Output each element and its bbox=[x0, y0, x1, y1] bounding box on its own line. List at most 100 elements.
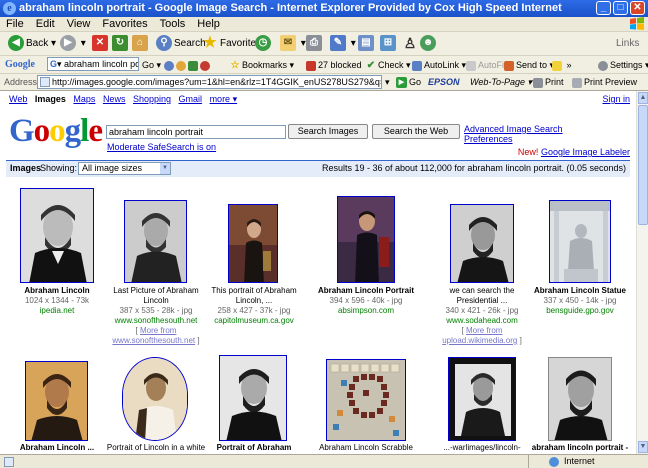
address-dropdown-button[interactable]: ▾ bbox=[385, 76, 390, 89]
result-title[interactable]: Abraham Lincoln Scrabble portrait bbox=[314, 443, 418, 454]
google-settings-button[interactable]: Settings ▾ bbox=[598, 58, 648, 72]
menu-favorites[interactable]: Favorites bbox=[96, 17, 153, 31]
result-title[interactable]: Abraham Lincoln bbox=[5, 286, 109, 296]
result-item: Abraham Lincoln 1024 x 1344 - 73k ipedia… bbox=[5, 188, 109, 328]
result-thumbnail[interactable] bbox=[548, 357, 612, 441]
menu-file[interactable]: File bbox=[0, 17, 30, 31]
result-title[interactable]: Abraham Lincoln Portrait bbox=[314, 286, 418, 296]
menu-help[interactable]: Help bbox=[191, 17, 226, 31]
result-thumbnail[interactable] bbox=[549, 200, 611, 283]
search-web-button[interactable]: Search the Web bbox=[372, 124, 460, 139]
google-toolbar-logo[interactable]: Google bbox=[5, 58, 35, 72]
send-to-button[interactable]: Send to ▾ bbox=[504, 58, 554, 72]
sign-in-link[interactable]: Sign in bbox=[602, 94, 630, 104]
image-labeler-link[interactable]: Google Image Labeler bbox=[541, 147, 630, 157]
result-thumbnail[interactable] bbox=[228, 204, 278, 283]
address-input[interactable]: http://images.google.com/images?um=1&hl=… bbox=[37, 75, 382, 89]
menu-edit[interactable]: Edit bbox=[30, 17, 61, 31]
result-thumbnail[interactable] bbox=[448, 357, 516, 441]
minimize-button[interactable]: _ bbox=[596, 1, 611, 15]
nav-maps[interactable]: Maps bbox=[73, 94, 95, 104]
search-images-button[interactable]: Search Images bbox=[288, 124, 368, 139]
home-button[interactable]: ⌂ bbox=[132, 35, 150, 53]
scrollbar-thumb[interactable] bbox=[638, 105, 648, 225]
back-button[interactable]: ◀ Back ▾ bbox=[8, 35, 56, 53]
result-caption: Abraham Lincoln Portrait 394 x 596 - 40k… bbox=[314, 286, 418, 316]
preferences-link[interactable]: Preferences bbox=[464, 134, 563, 144]
result-thumbnail[interactable] bbox=[20, 188, 94, 283]
result-thumbnail[interactable] bbox=[25, 361, 88, 441]
search-button[interactable]: ⚲ Search bbox=[156, 35, 206, 53]
edit-button[interactable]: ✎ ▾ bbox=[330, 35, 356, 53]
address-go-button[interactable]: ▶ Go bbox=[396, 76, 421, 89]
refresh-button[interactable]: ↻ bbox=[112, 35, 130, 53]
stop-button[interactable]: ✕ bbox=[92, 35, 110, 53]
result-title[interactable]: Last Picture of Abraham Lincoln bbox=[104, 286, 208, 306]
popup-blocker-button[interactable]: 27 blocked bbox=[306, 58, 362, 72]
result-thumbnail[interactable] bbox=[124, 200, 187, 283]
print-button[interactable]: ⎙ bbox=[306, 35, 324, 53]
result-url: www.sodahead.com bbox=[446, 316, 518, 325]
safesearch-link[interactable]: Moderate SafeSearch is on bbox=[107, 142, 216, 152]
epson-print-button[interactable]: Print bbox=[533, 76, 564, 89]
result-thumbnail[interactable] bbox=[450, 204, 514, 283]
scroll-up-arrow-icon[interactable]: ▲ bbox=[638, 92, 648, 104]
lincoln-portrait-image bbox=[123, 358, 187, 440]
bookmarks-button[interactable]: ☆ Bookmarks ▾ bbox=[230, 58, 295, 72]
result-title[interactable]: This portrait of Abraham Lincoln, ... bbox=[202, 286, 306, 306]
result-title[interactable]: ...-warlimages/lincoln- bbox=[430, 443, 534, 453]
close-button[interactable]: ✕ bbox=[630, 1, 645, 15]
result-title[interactable]: Abraham Lincoln Statue bbox=[528, 286, 632, 296]
autolink-button[interactable]: AutoLink ▾ bbox=[412, 58, 466, 72]
page-content: Web Images Maps News Shopping Gmail more… bbox=[0, 91, 636, 454]
menu-view[interactable]: View bbox=[61, 17, 97, 31]
result-title[interactable]: we can search the Presidential ... bbox=[430, 286, 534, 306]
forward-button[interactable]: ▶ ▾ bbox=[60, 35, 86, 53]
search-query-input[interactable]: abraham lincoln portrait bbox=[106, 125, 286, 139]
highlighter-button[interactable]: » bbox=[552, 58, 572, 72]
result-title[interactable]: Portrait of Abraham bbox=[202, 443, 306, 453]
result-url: bensguide.gpo.gov bbox=[546, 306, 614, 315]
result-thumbnail[interactable] bbox=[122, 357, 188, 441]
mail-button[interactable]: ✉ ▾ bbox=[280, 35, 306, 53]
links-label[interactable]: Links bbox=[616, 35, 639, 53]
maximize-button[interactable]: □ bbox=[613, 1, 628, 15]
autofill-button[interactable]: AutoFill bbox=[466, 58, 508, 72]
result-more-link[interactable]: [ More from upload.wikimedia.org ] bbox=[430, 326, 534, 346]
google-toolbar-icons[interactable] bbox=[164, 58, 212, 72]
result-title[interactable]: Abraham Lincoln ... bbox=[5, 443, 109, 453]
window-title-bar: e abraham lincoln portrait - Google Imag… bbox=[0, 0, 648, 17]
nav-web[interactable]: Web bbox=[9, 94, 27, 104]
scroll-down-arrow-icon[interactable]: ▼ bbox=[638, 441, 648, 453]
google-toolbar-go-button[interactable]: Go ▾ bbox=[142, 58, 161, 72]
internet-globe-icon bbox=[549, 457, 559, 467]
menu-tools[interactable]: Tools bbox=[154, 17, 192, 31]
windows-logo-icon bbox=[630, 17, 644, 30]
discuss-button[interactable]: ▤ bbox=[358, 35, 376, 53]
advanced-image-search-link[interactable]: Advanced Image Search bbox=[464, 124, 563, 134]
vertical-scrollbar[interactable]: ▲ ▼ bbox=[636, 91, 648, 454]
research-button[interactable]: ⊞ bbox=[380, 35, 398, 53]
spell-check-button[interactable]: ✔ Check ▾ bbox=[366, 58, 411, 72]
image-labeler-promo: New! Google Image Labeler bbox=[518, 147, 630, 157]
web-to-page-button[interactable]: Web-To-Page ▾ bbox=[470, 76, 532, 89]
favorites-button[interactable]: ★ Favorites bbox=[202, 35, 261, 53]
buddy-button[interactable]: ☻ bbox=[420, 35, 438, 53]
result-title[interactable]: abraham lincoln portrait - bbox=[528, 443, 632, 453]
image-size-select[interactable]: All image sizes ▼ bbox=[78, 162, 171, 175]
google-toolbar-search-input[interactable]: G▾ abraham lincoln portrait bbox=[47, 57, 139, 71]
nav-shopping[interactable]: Shopping bbox=[133, 94, 171, 104]
result-title[interactable]: Portrait of Lincoln in a white bbox=[104, 443, 208, 453]
lincoln-portrait-image bbox=[549, 358, 611, 440]
print-preview-button[interactable]: Print Preview bbox=[572, 76, 637, 89]
nav-gmail[interactable]: Gmail bbox=[179, 94, 203, 104]
result-thumbnail[interactable] bbox=[326, 359, 406, 441]
result-thumbnail[interactable] bbox=[219, 355, 287, 441]
result-more-link[interactable]: [ More from www.sonofthesouth.net ] bbox=[104, 326, 208, 346]
messenger-button[interactable]: ♙ bbox=[402, 35, 420, 53]
history-button[interactable]: ◷ bbox=[255, 35, 273, 53]
nav-news[interactable]: News bbox=[103, 94, 126, 104]
nav-more[interactable]: more ▾ bbox=[210, 94, 238, 104]
google-logo[interactable]: Google bbox=[9, 113, 103, 149]
result-thumbnail[interactable] bbox=[337, 196, 395, 283]
